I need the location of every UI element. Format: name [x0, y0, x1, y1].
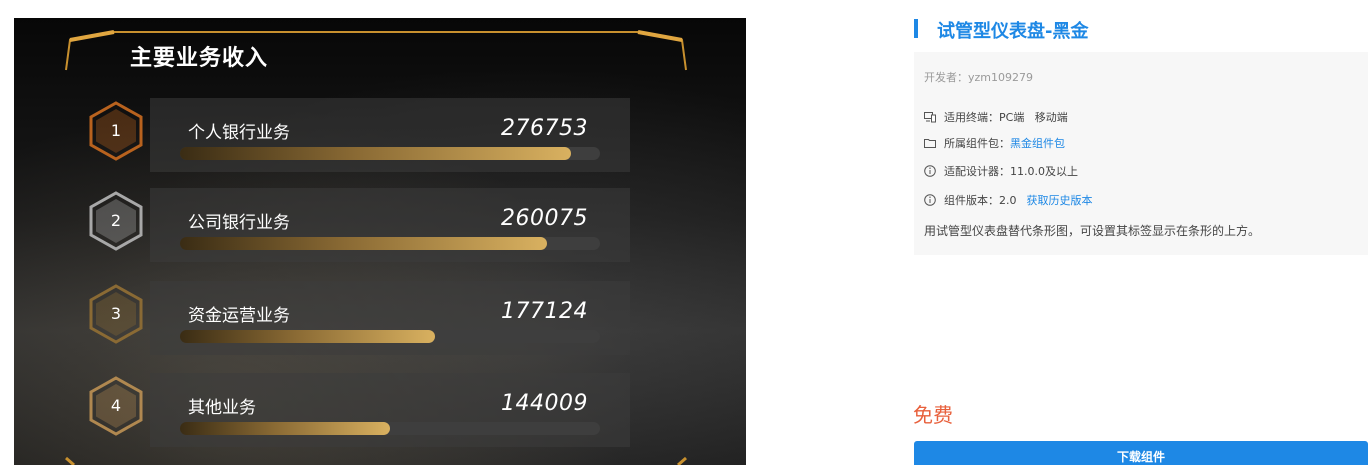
progress-track — [180, 330, 600, 343]
terminal-line: 适用终端： PC端 移动端 — [924, 109, 1068, 125]
developer-text: 开发者：yzm109279 — [924, 71, 1033, 84]
dashboard-title: 主要业务收入 — [130, 46, 269, 71]
business-label: 公司银行业务 — [188, 213, 290, 233]
business-value: 144009 — [501, 391, 588, 416]
component-preview-image: 主要业务收入 1 个人银行业务 276753 2 公司银行业务 260075 3 资金运营业务… — [14, 18, 746, 465]
business-value: 276753 — [501, 116, 588, 141]
package-link[interactable]: 黑金组件包 — [1010, 135, 1065, 151]
info-icon — [924, 165, 936, 177]
progress-fill — [180, 147, 571, 160]
rank-number: 3 — [110, 304, 122, 323]
info-icon — [924, 194, 936, 206]
component-title: 试管型仪表盘-黑金 — [937, 21, 1089, 42]
terminal-label: 适用终端： — [944, 111, 999, 124]
designer-text: 适配设计器：11.0.0及以上 — [944, 165, 1078, 178]
rank-hexagon-badge: 2 — [86, 191, 146, 251]
business-label: 其他业务 — [188, 398, 256, 418]
progress-fill — [180, 330, 435, 343]
business-value: 177124 — [501, 299, 588, 324]
price-label: 免费 — [913, 403, 953, 427]
history-version-link[interactable]: 获取历史版本 — [1027, 192, 1093, 208]
business-label: 个人银行业务 — [188, 123, 290, 143]
business-value: 260075 — [501, 206, 588, 231]
download-component-button[interactable]: 下载组件 — [914, 441, 1368, 465]
rank-hexagon-badge: 3 — [86, 284, 146, 344]
progress-track — [180, 422, 600, 435]
business-label: 资金运营业务 — [188, 306, 290, 326]
terminal-value: PC端 移动端 — [999, 111, 1068, 124]
progress-fill — [180, 422, 390, 435]
progress-track — [180, 147, 600, 160]
folder-icon — [924, 139, 936, 148]
progress-fill — [180, 237, 548, 250]
package-label: 所属组件包： — [944, 137, 1010, 150]
progress-track — [180, 237, 600, 250]
device-icon — [924, 112, 936, 123]
rank-hexagon-badge: 1 — [86, 101, 146, 161]
package-line: 所属组件包： 黑金组件包 — [924, 135, 1065, 151]
rank-number: 4 — [110, 396, 122, 415]
rank-hexagon-badge: 4 — [86, 376, 146, 436]
title-accent-bar — [914, 19, 918, 38]
description-text: 用试管型仪表盘替代条形图，可设置其标签显示在条形的上方。 — [924, 224, 1261, 238]
designer-line: 适配设计器：11.0.0及以上 — [924, 163, 1078, 179]
component-info-box: 开发者：yzm109279 适用终端： PC端 移动端 所属组件包： 黑金组件包… — [914, 52, 1368, 255]
rank-number: 1 — [110, 121, 122, 140]
rank-number: 2 — [110, 211, 122, 230]
version-text: 组件版本：2.0 — [944, 194, 1017, 207]
version-line: 组件版本：2.0 获取历史版本 — [924, 192, 1093, 208]
